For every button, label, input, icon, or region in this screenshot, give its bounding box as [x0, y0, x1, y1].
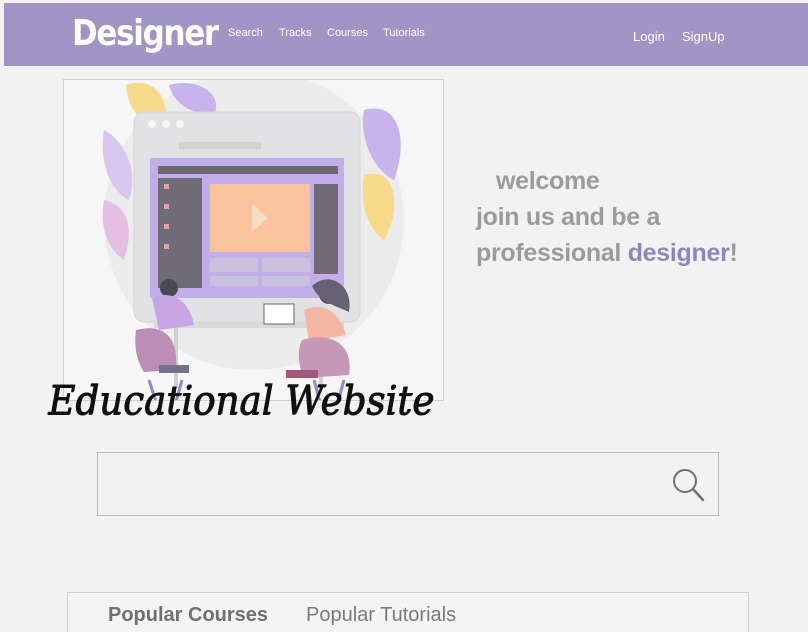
search-input[interactable]	[98, 453, 658, 515]
page: Designer Search Tracks Courses Tutorials…	[0, 0, 808, 632]
search-icon[interactable]	[670, 466, 706, 502]
top-navbar: Designer Search Tracks Courses Tutorials…	[4, 3, 808, 66]
signup-link[interactable]: SignUp	[682, 29, 725, 44]
online-learning-illustration-icon	[102, 80, 404, 400]
welcome-message: welcome join us and be a professional de…	[476, 163, 796, 271]
welcome-accent-word: designer	[627, 239, 730, 267]
hero-illustration	[63, 79, 444, 401]
login-link[interactable]: Login	[633, 29, 665, 44]
tab-popular-courses[interactable]: Popular Courses	[108, 604, 268, 627]
nav-link-tracks[interactable]: Tracks	[279, 27, 312, 39]
nav-link-courses[interactable]: Courses	[327, 27, 368, 39]
search-box	[97, 452, 719, 516]
welcome-line-3-prefix: professional	[476, 239, 628, 267]
welcome-line-2: join us and be a	[476, 203, 661, 231]
popular-tabs-panel: Popular Courses Popular Tutorials	[67, 592, 749, 632]
welcome-line-3: professional designer!	[476, 235, 796, 271]
site-logo[interactable]: Designer	[72, 13, 219, 54]
tab-popular-tutorials[interactable]: Popular Tutorials	[306, 604, 456, 627]
nav-link-search[interactable]: Search	[228, 27, 263, 39]
overlay-title: Educational Website	[48, 378, 435, 424]
nav-link-tutorials[interactable]: Tutorials	[383, 27, 425, 39]
welcome-line-3-suffix: !	[729, 239, 738, 267]
welcome-heading: welcome	[496, 167, 600, 195]
